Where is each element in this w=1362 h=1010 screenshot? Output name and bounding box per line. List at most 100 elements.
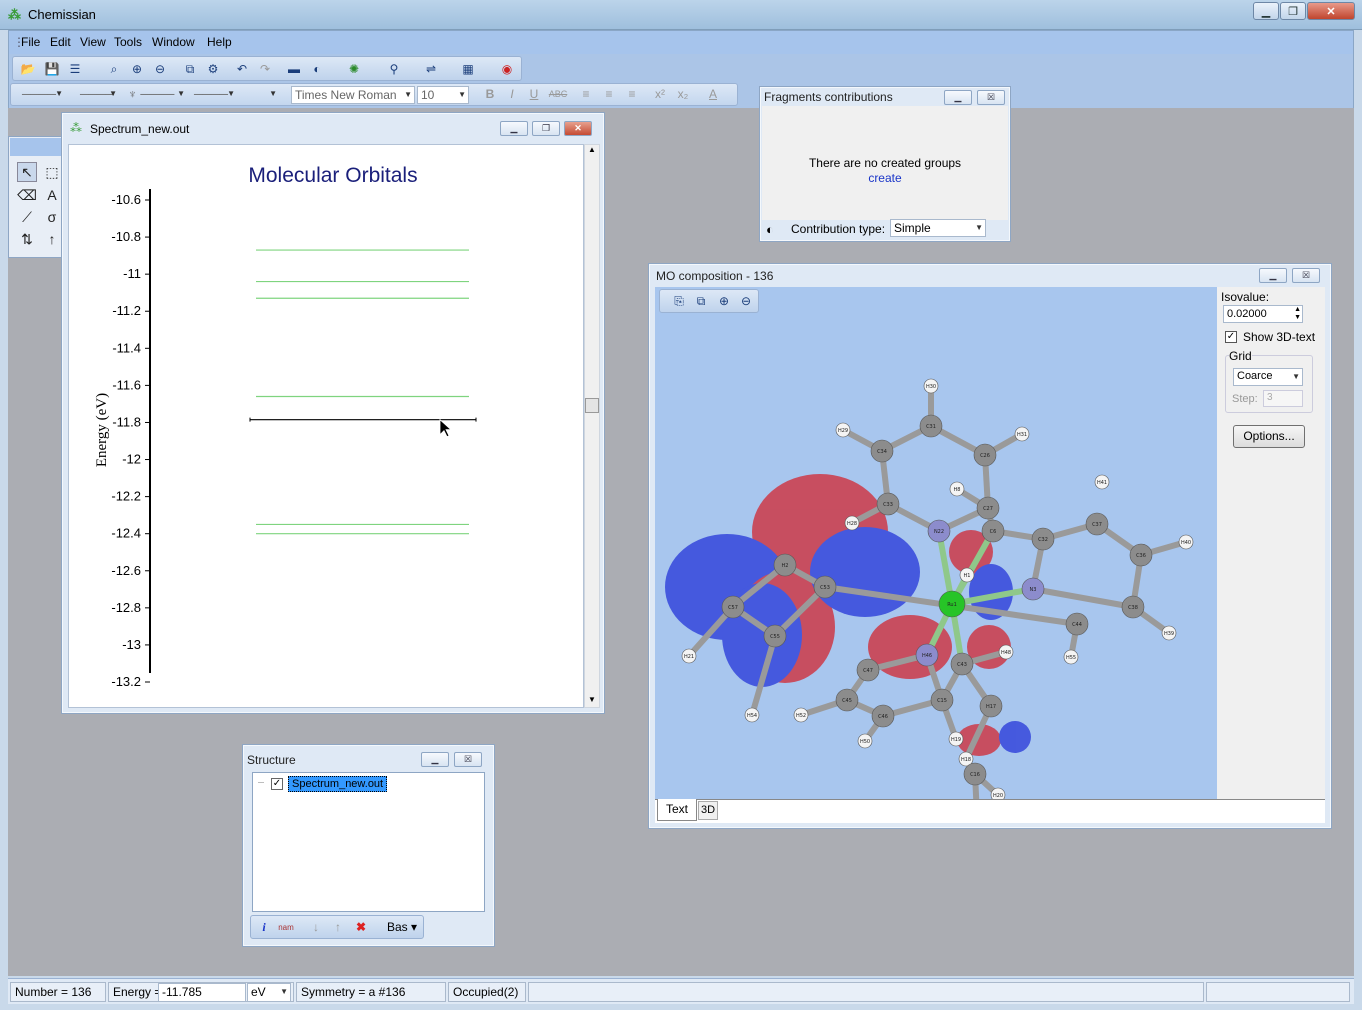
undo-icon[interactable]: ↶: [233, 60, 251, 78]
options-button[interactable]: Options...: [1233, 425, 1305, 448]
tab-text[interactable]: Text: [657, 799, 697, 821]
strike-icon[interactable]: ABC: [549, 85, 568, 103]
contribution-icon[interactable]: ◐: [308, 60, 326, 78]
menu-edit[interactable]: Edit: [50, 35, 71, 49]
save-icon[interactable]: 💾: [43, 60, 61, 78]
molecule-atom-label: H21: [684, 654, 694, 660]
close-button[interactable]: ✕: [1307, 2, 1355, 20]
step-input[interactable]: 3: [1263, 390, 1303, 407]
scroll-up-icon[interactable]: ▲: [588, 145, 596, 154]
tree-item-spectrum[interactable]: Spectrum_new.out: [288, 776, 388, 792]
superscript-icon[interactable]: x²: [651, 85, 669, 103]
menu-help[interactable]: Help: [207, 35, 232, 49]
isovalue-spin-icon[interactable]: ▲ ▼: [1294, 306, 1301, 322]
spectrum-minimize-button[interactable]: ▁: [500, 121, 528, 136]
menu-view[interactable]: View: [80, 35, 106, 49]
eraser-icon[interactable]: ⌫: [17, 185, 37, 205]
show-3d-text-checkbox[interactable]: ✓: [1225, 331, 1237, 343]
fragments-close-button[interactable]: ☒: [977, 90, 1005, 105]
zoom-out-icon[interactable]: ⊖: [151, 60, 169, 78]
align-icon[interactable]: ⇌: [422, 60, 440, 78]
energy-unit-select[interactable]: eV ▼: [247, 983, 291, 1002]
orbital-icon[interactable]: ◉: [498, 60, 516, 78]
chart-y-tick-label: -12.6: [111, 563, 141, 578]
mo-minimize-button[interactable]: ▁: [1259, 268, 1287, 283]
mo-close-button[interactable]: ☒: [1292, 268, 1320, 283]
delete-icon[interactable]: ✖: [352, 918, 370, 936]
molecule-atom-label: C32: [1038, 537, 1048, 543]
molecule-atom-label: C44: [1072, 622, 1082, 628]
spectrum-scrollbar[interactable]: ▲ ▼: [584, 144, 600, 708]
molecule-icon[interactable]: ✺: [345, 60, 363, 78]
italic-icon[interactable]: I: [503, 85, 521, 103]
grid-select[interactable]: Coarce ▼: [1233, 368, 1303, 386]
text-color-icon[interactable]: A: [704, 85, 722, 103]
scroll-down-icon[interactable]: ▼: [588, 695, 596, 704]
structure-tree: ┄ ✓ Spectrum_new.out: [252, 772, 485, 912]
levels-icon[interactable]: ☰: [66, 60, 84, 78]
structure-close-button[interactable]: ☒: [454, 752, 482, 767]
underline-icon[interactable]: U: [525, 85, 543, 103]
structure-minimize-button[interactable]: ▁: [421, 752, 449, 767]
mo-composition-window: MO composition - 136 ▁ ☒ ⎘ ⧉ ⊕ ⊖ H30 H29…: [648, 263, 1332, 829]
transition-tool-icon[interactable]: ⇅: [17, 229, 37, 249]
fill-select[interactable]: ──── ▼: [191, 86, 237, 104]
molecule-atom-label: H19: [951, 737, 961, 743]
arrow-select[interactable]: ▼: [243, 86, 279, 104]
copy-icon[interactable]: ⧉: [181, 60, 199, 78]
bar-icon[interactable]: ▬: [285, 60, 303, 78]
structure-window: Structure ▁ ☒ ┄ ✓ Spectrum_new.out i nam…: [242, 744, 495, 947]
move-down-icon[interactable]: ↓: [307, 918, 325, 936]
fragments-minimize-button[interactable]: ▁: [944, 90, 972, 105]
tab-3d[interactable]: 3D: [698, 801, 718, 820]
zoom-area-icon[interactable]: ⌕: [105, 60, 123, 78]
maximize-button[interactable]: ❐: [1280, 2, 1306, 20]
properties-icon[interactable]: ⚙: [204, 60, 222, 78]
align-center-icon[interactable]: ≡: [600, 85, 618, 103]
molecule-atom-label: C26: [980, 453, 990, 459]
subscript-icon[interactable]: x₂: [674, 85, 692, 103]
bas-dropdown[interactable]: Bas ▾: [387, 920, 417, 934]
scroll-thumb[interactable]: [585, 398, 599, 413]
structure-icon[interactable]: ⚲: [385, 60, 403, 78]
menu-tools[interactable]: Tools: [114, 35, 142, 49]
rename-icon[interactable]: nam: [277, 918, 295, 936]
spectrum-canvas[interactable]: Molecular Orbitals Energy (eV) -10.6 -10.…: [68, 144, 584, 708]
sigma-tool-icon[interactable]: σ: [42, 207, 62, 227]
rect-select-icon[interactable]: ⬚: [42, 162, 62, 182]
align-left-icon[interactable]: ≡: [577, 85, 595, 103]
chart-ylabel: Energy (eV): [94, 393, 110, 467]
energy-input[interactable]: -11.785: [158, 983, 246, 1002]
line-color-select[interactable]: ♆ ──── ▼: [125, 86, 187, 104]
line-style-select[interactable]: ──── ▼: [19, 86, 65, 104]
isovalue-input[interactable]: 0.02000 ▲ ▼: [1223, 305, 1303, 323]
spectrum-close-button[interactable]: ✕: [564, 121, 592, 136]
text-tool-icon[interactable]: A: [42, 185, 62, 205]
minimize-button[interactable]: ▁: [1253, 2, 1279, 20]
pointer-icon[interactable]: ↖: [17, 162, 37, 182]
menu-window[interactable]: Window: [152, 35, 195, 49]
move-up-icon[interactable]: ↑: [329, 918, 347, 936]
align-right-icon[interactable]: ≡: [623, 85, 641, 103]
chart-icon[interactable]: ▦: [459, 60, 477, 78]
line-tool-icon[interactable]: ⟋: [17, 207, 37, 227]
font-family-select[interactable]: Times New Roman ▼: [291, 86, 415, 104]
line-width-select[interactable]: ──── ▼: [77, 86, 119, 104]
info-icon[interactable]: i: [255, 918, 273, 936]
spectrum-maximize-button[interactable]: ❐: [532, 121, 560, 136]
molecule-atom-label: C55: [770, 634, 780, 640]
redo-icon[interactable]: ↷: [256, 60, 274, 78]
contribution-type-select[interactable]: Simple ▼: [890, 219, 986, 237]
bold-icon[interactable]: B: [481, 85, 499, 103]
fragments-create-link[interactable]: create: [762, 171, 1008, 185]
molecule-atom-label: H41: [1097, 480, 1107, 486]
font-size-select[interactable]: 10 ▼: [417, 86, 469, 104]
mo-chart[interactable]: Molecular Orbitals Energy (eV) -10.6 -10.…: [69, 145, 583, 707]
zoom-in-icon[interactable]: ⊕: [128, 60, 146, 78]
open-icon[interactable]: 📂: [19, 60, 37, 78]
menu-file[interactable]: File: [21, 35, 40, 49]
arrow-tool-icon[interactable]: ↑: [42, 229, 62, 249]
status-empty-1: [528, 982, 1204, 1002]
tree-item-checkbox[interactable]: ✓: [271, 778, 283, 790]
mo-3d-view[interactable]: ⎘ ⧉ ⊕ ⊖ H30 H29 C31 H31 C34 C26 H8 H41 C33 C27 H2: [655, 287, 1217, 799]
